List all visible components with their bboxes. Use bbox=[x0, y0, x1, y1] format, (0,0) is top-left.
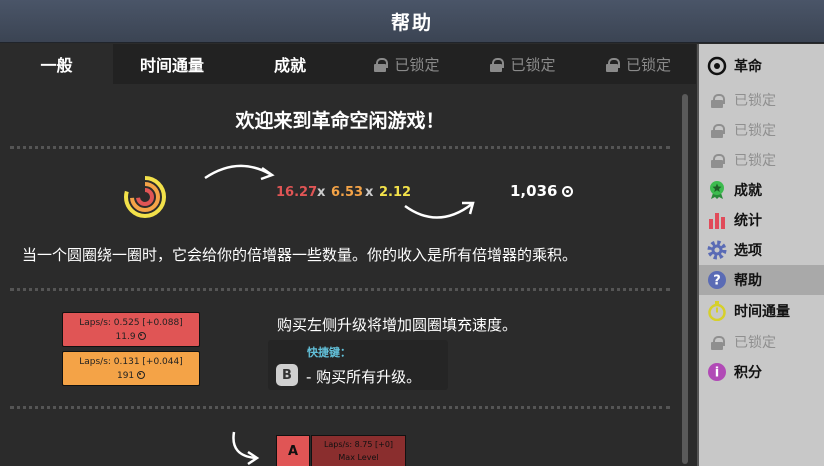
tab-label: 时间通量 bbox=[139, 56, 204, 75]
sidebar-item-locked-4[interactable]: 已锁定 bbox=[699, 327, 824, 357]
sidebar-item-stats[interactable]: 统计 bbox=[699, 205, 824, 235]
curved-arrow-icon bbox=[232, 431, 260, 466]
sidebar-item-help[interactable]: ? 帮助 bbox=[699, 265, 824, 295]
title-bar: 帮助 bbox=[0, 0, 824, 43]
achievement-icon bbox=[707, 180, 727, 200]
lock-icon bbox=[490, 57, 505, 72]
sidebar: 革命 已锁定 已锁定 已锁定 成就 统计 选项 ? 帮助 时间通量 已锁定 i … bbox=[697, 44, 824, 466]
tab-locked-3[interactable]: 已锁定 bbox=[581, 44, 696, 84]
times-sign: x bbox=[365, 185, 374, 200]
tab-label: 已锁定 bbox=[510, 55, 556, 74]
sidebar-item-label: 选项 bbox=[734, 243, 762, 259]
info-icon: i bbox=[707, 362, 727, 382]
divider bbox=[10, 146, 670, 149]
sidebar-item-label: 时间通量 bbox=[734, 304, 790, 320]
sidebar-item-revolution[interactable]: 革命 bbox=[699, 51, 824, 81]
help-icon: ? bbox=[707, 270, 727, 290]
sidebar-item-label: 统计 bbox=[734, 213, 762, 229]
curved-arrow-icon bbox=[204, 164, 275, 181]
income-amount: 1,036 bbox=[510, 182, 558, 200]
sidebar-item-achievements[interactable]: 成就 bbox=[699, 175, 824, 205]
coin-icon bbox=[137, 371, 146, 379]
divider bbox=[10, 288, 670, 291]
upgrade-button-orange[interactable]: Laps/s: 0.131 [+0.044] 191 bbox=[62, 351, 200, 386]
explain-text: 当一个圆圈绕一圈时，它会给你的倍增器一些数量。你的收入是所有倍增器的乘积。 bbox=[22, 246, 578, 264]
gear-icon bbox=[707, 240, 727, 260]
sidebar-item-locked-2[interactable]: 已锁定 bbox=[699, 115, 824, 145]
tab-label: 成就 bbox=[273, 56, 306, 75]
upgrade-rate: Laps/s: 0.131 [+0.044] bbox=[79, 357, 183, 367]
upgrade-cost: 191 bbox=[116, 371, 135, 381]
svg-text:?: ? bbox=[713, 274, 721, 289]
lock-icon bbox=[707, 150, 727, 170]
tab-general[interactable]: 一般 bbox=[0, 44, 113, 84]
sidebar-item-label: 已锁定 bbox=[734, 153, 776, 169]
help-content: 欢迎来到革命空闲游戏！ 16.27 x 6.53 x 2.12 1,036 当一… bbox=[0, 84, 680, 466]
content-scrollbar[interactable] bbox=[680, 84, 696, 466]
sidebar-item-label: 已锁定 bbox=[734, 93, 776, 109]
tab-label: 已锁定 bbox=[394, 55, 440, 74]
sidebar-item-time-flux[interactable]: 时间通量 bbox=[699, 296, 824, 326]
tab-time-flux[interactable]: 时间通量 bbox=[113, 44, 231, 84]
welcome-heading: 欢迎来到革命空闲游戏！ bbox=[235, 110, 445, 132]
sidebar-item-options[interactable]: 选项 bbox=[699, 235, 824, 265]
divider bbox=[10, 406, 670, 409]
sidebar-item-label: 革命 bbox=[734, 59, 762, 75]
circle-progress-icon bbox=[124, 176, 166, 218]
scrollbar-thumb[interactable] bbox=[682, 94, 688, 464]
help-tabs: 一般 时间通量 成就 已锁定 已锁定 已锁定 bbox=[0, 44, 696, 84]
upgrade-button-red[interactable]: Laps/s: 0.525 [+0.088] 11.9 bbox=[62, 312, 200, 347]
sidebar-item-label: 成就 bbox=[734, 183, 762, 199]
svg-text:i: i bbox=[715, 366, 719, 381]
lock-icon bbox=[707, 120, 727, 140]
upgrade-rate: Laps/s: 0.525 [+0.088] bbox=[79, 318, 183, 328]
multiplier-orange: 6.53 bbox=[331, 185, 364, 200]
hotkey-text: - 购买所有升级。 bbox=[306, 368, 422, 386]
window-title: 帮助 bbox=[390, 11, 433, 34]
stopwatch-icon bbox=[707, 301, 727, 321]
sidebar-item-label: 已锁定 bbox=[734, 335, 776, 351]
times-sign: x bbox=[317, 185, 326, 200]
lock-icon bbox=[707, 90, 727, 110]
hotkey-label: 快捷键： bbox=[307, 346, 351, 359]
revolution-icon bbox=[707, 56, 727, 76]
upgrade-rate: Laps/s: 8.75 [+0] bbox=[323, 440, 394, 449]
max-level-upgrade: Laps/s: 8.75 [+0] Max Level bbox=[311, 435, 406, 466]
lock-icon bbox=[374, 57, 389, 72]
lock-icon bbox=[605, 57, 620, 72]
sidebar-item-locked-1[interactable]: 已锁定 bbox=[699, 85, 824, 115]
tab-locked-2[interactable]: 已锁定 bbox=[465, 44, 581, 84]
curved-arrow-icon bbox=[404, 201, 475, 219]
tab-locked-1[interactable]: 已锁定 bbox=[349, 44, 465, 84]
upgrade-status: Max Level bbox=[338, 453, 379, 462]
tab-label: 已锁定 bbox=[625, 55, 671, 74]
hotkey-keycap: B bbox=[276, 364, 298, 386]
sidebar-item-label: 帮助 bbox=[734, 273, 762, 289]
lock-icon bbox=[707, 332, 727, 352]
tab-label: 一般 bbox=[40, 56, 73, 75]
upgrade-cost: 11.9 bbox=[115, 332, 136, 342]
income-value: 1,036 bbox=[510, 182, 574, 200]
sidebar-item-label: 已锁定 bbox=[734, 123, 776, 139]
keycap-a: A bbox=[276, 435, 310, 466]
sidebar-item-credits[interactable]: i 积分 bbox=[699, 357, 824, 387]
sidebar-item-locked-3[interactable]: 已锁定 bbox=[699, 145, 824, 175]
sidebar-item-label: 积分 bbox=[734, 365, 762, 381]
coin-icon bbox=[138, 332, 147, 340]
stats-icon bbox=[707, 210, 727, 230]
buy-tip-text: 购买左侧升级将增加圆圈填充速度。 bbox=[277, 316, 518, 334]
multiplier-red: 16.27 bbox=[276, 185, 318, 200]
coin-icon bbox=[562, 185, 574, 197]
tab-achievements[interactable]: 成就 bbox=[231, 44, 349, 84]
